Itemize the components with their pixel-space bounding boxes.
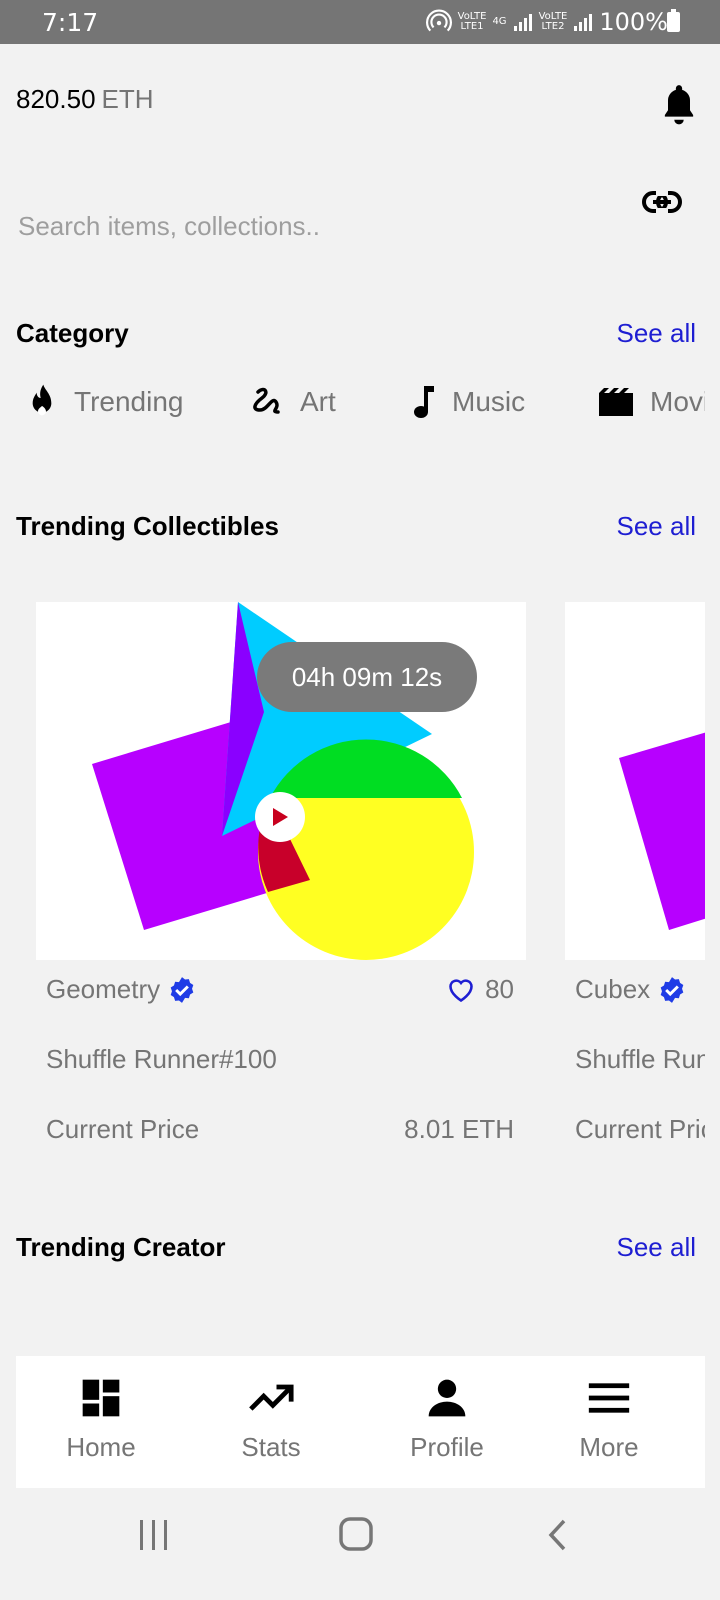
status-time: 7:17 — [42, 8, 99, 37]
nav-item-home[interactable]: Home — [56, 1356, 146, 1488]
hotspot-icon — [425, 9, 452, 32]
link-icon[interactable] — [642, 188, 682, 216]
collectible-name-text: Geometry — [46, 974, 161, 1004]
sim2-label: VoLTE LTE2 — [538, 11, 568, 32]
verified-badge-icon — [660, 976, 684, 1003]
collectibles-see-all-link[interactable]: See all — [617, 511, 697, 542]
status-icons: VoLTE LTE1 4G VoLTE LTE2 100% — [425, 8, 668, 36]
nav-label: Stats — [241, 1432, 301, 1462]
price-value: 8.01 ETH — [404, 1114, 514, 1144]
balance-amount: 820.50 — [16, 84, 96, 114]
person-icon — [428, 1379, 466, 1417]
category-label: Art — [300, 386, 336, 417]
sim1-label: VoLTE LTE1 — [457, 11, 487, 32]
signal-icon — [513, 14, 532, 31]
balance-currency: ETH — [101, 84, 154, 114]
battery-percent: 100% — [599, 8, 668, 36]
category-label: Movie — [650, 386, 705, 417]
system-navigation-bar — [0, 1500, 720, 1600]
collectible-artwork — [565, 602, 705, 960]
collectible-name: Geometry — [46, 974, 196, 1005]
home-system-icon[interactable] — [338, 1516, 374, 1552]
creator-see-all-link[interactable]: See all — [617, 1232, 697, 1263]
bottom-navigation: Home Stats Profile More — [16, 1356, 705, 1488]
collectible-card-cubex[interactable]: Cubex Shuffle Runner#100 Current Price — [565, 602, 705, 1162]
recent-apps-icon[interactable] — [138, 1518, 170, 1552]
collectible-name-text: Cubex — [575, 974, 651, 1004]
trending-collectibles-title: Trending Collectibles — [16, 511, 279, 541]
like-control[interactable]: 80 — [447, 974, 514, 1005]
signal-icon — [574, 14, 593, 31]
nav-item-more[interactable]: More — [564, 1356, 654, 1488]
play-button[interactable] — [255, 792, 305, 842]
fire-icon — [32, 384, 52, 416]
nav-label: Profile — [410, 1432, 484, 1462]
category-title: Category — [16, 318, 129, 348]
category-see-all-link[interactable]: See all — [617, 318, 697, 349]
collectible-subtitle: Shuffle Runner#100 — [575, 1044, 705, 1074]
category-item-movie[interactable]: Movie — [598, 372, 705, 432]
cubex-artwork — [619, 732, 705, 930]
trending-creator-title: Trending Creator — [16, 1232, 226, 1262]
squiggle-icon — [253, 387, 280, 414]
music-note-icon — [414, 386, 434, 418]
network-label: 4G — [492, 16, 507, 27]
collectible-subtitle: Shuffle Runner#100 — [46, 1044, 277, 1074]
nav-label: Home — [66, 1432, 136, 1462]
clapperboard-icon — [599, 388, 633, 416]
category-label: Music — [452, 386, 526, 417]
bell-icon[interactable] — [660, 82, 698, 126]
price-label: Current Price — [575, 1114, 705, 1144]
heart-outline-icon — [449, 978, 473, 1002]
category-list: Trending Art Music Movie — [0, 372, 705, 432]
like-count: 80 — [485, 974, 514, 1004]
verified-badge-icon — [170, 976, 194, 1003]
collectible-card-geometry[interactable]: 04h 09m 12s Geometry 80 Shuffle Runner#1… — [36, 602, 526, 1162]
price-label: Current Price — [46, 1114, 200, 1144]
category-item-trending[interactable]: Trending — [26, 372, 183, 432]
play-icon — [273, 808, 288, 826]
collectible-name: Cubex — [575, 974, 686, 1005]
nav-item-stats[interactable]: Stats — [226, 1356, 316, 1488]
nav-label: More — [579, 1432, 639, 1462]
search-input[interactable] — [16, 200, 620, 252]
nav-item-profile[interactable]: Profile — [392, 1356, 502, 1488]
menu-icon — [588, 1383, 630, 1413]
auction-timer: 04h 09m 12s — [257, 642, 477, 712]
status-bar: 7:17 VoLTE LTE1 4G VoLTE LTE2 100% — [0, 0, 720, 44]
battery-icon — [667, 9, 680, 32]
category-item-music[interactable]: Music — [410, 372, 525, 432]
category-item-art[interactable]: Art — [250, 372, 336, 432]
back-icon[interactable] — [546, 1518, 568, 1552]
dashboard-icon — [82, 1379, 120, 1417]
collectible-artwork: 04h 09m 12s — [36, 602, 526, 960]
category-label: Trending — [74, 386, 184, 417]
collectibles-carousel: 04h 09m 12s Geometry 80 Shuffle Runner#1… — [0, 602, 705, 1162]
wallet-balance: 820.50 ETH — [16, 84, 154, 115]
trending-up-icon — [249, 1384, 294, 1411]
